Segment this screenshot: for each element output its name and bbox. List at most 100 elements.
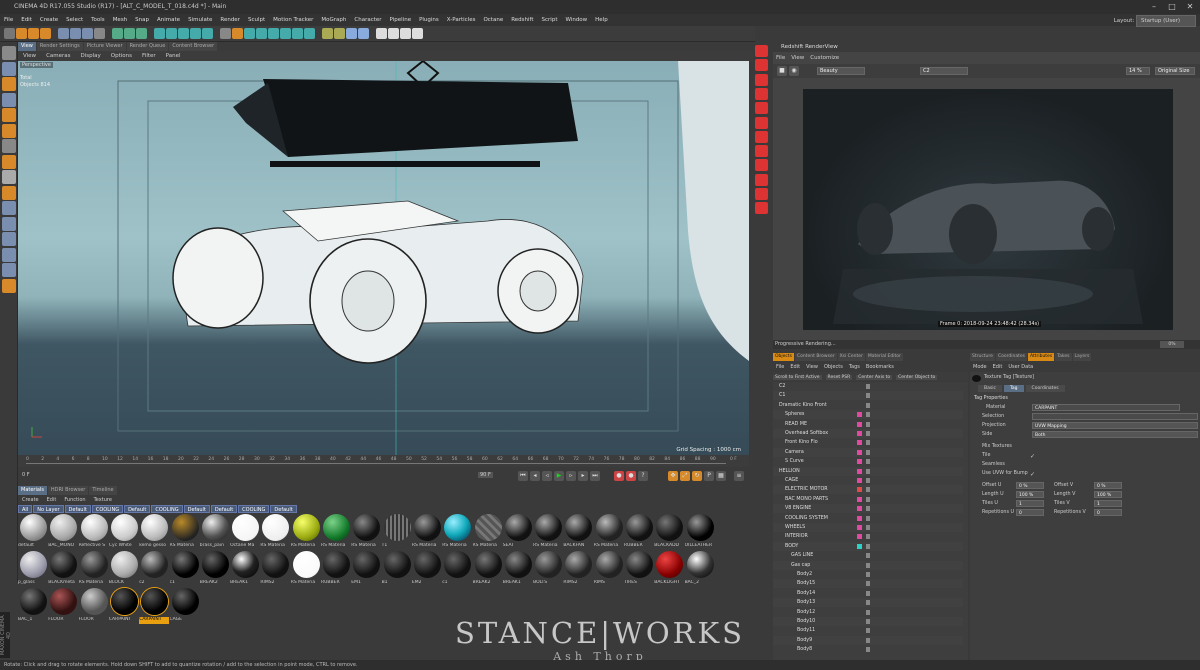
visibility-dot[interactable] (866, 525, 870, 530)
tiles-v-field[interactable]: 1 (1094, 500, 1122, 507)
visibility-dot[interactable] (866, 553, 870, 559)
object-row[interactable]: READ ME (773, 420, 963, 429)
menu-item-animate[interactable]: Animate (153, 14, 184, 26)
rs-camera-icon[interactable] (755, 73, 768, 86)
3d-viewport[interactable]: Perspective Total Objects 814 Grid Spaci… (18, 61, 749, 455)
visibility-dot[interactable] (866, 534, 870, 540)
object-row[interactable]: Body9 (773, 635, 963, 645)
material-filter[interactable]: Default (124, 505, 151, 513)
go-end-icon[interactable]: ⏭ (590, 471, 600, 481)
material-swatch[interactable]: CARPAINT (109, 588, 139, 625)
material-swatch[interactable]: RIMS2 (563, 551, 593, 588)
menu-item-pipeline[interactable]: Pipeline (386, 14, 416, 26)
visibility-dot[interactable] (866, 449, 870, 455)
play-icon[interactable]: ▶ (554, 471, 564, 481)
menu-item-redshift[interactable]: Redshift (507, 14, 537, 26)
material-swatch[interactable]: RIMS (594, 551, 624, 588)
material-swatch[interactable]: FLOOR (79, 588, 109, 625)
object-toolbar-button[interactable]: Center Object to (896, 375, 938, 380)
object-row[interactable]: ELECTRIC MOTOR (773, 485, 963, 495)
material-swatch[interactable]: RS Materia (442, 514, 472, 551)
material-swatch[interactable]: EM2 (412, 551, 442, 588)
visibility-dot[interactable] (866, 543, 870, 549)
visibility-dot[interactable] (866, 572, 870, 577)
object-row[interactable]: Body12 (773, 608, 963, 617)
material-swatch[interactable]: FLOOR (48, 588, 78, 625)
subdiv-icon[interactable] (178, 28, 189, 39)
layout-dropdown[interactable]: Startup (User) (1136, 15, 1196, 27)
tab-coordinates[interactable]: Coordinates (995, 353, 1027, 361)
tab-render-queue[interactable]: Render Queue (126, 42, 169, 51)
polys-icon[interactable] (2, 108, 16, 122)
material-swatch[interactable]: T1 (382, 514, 412, 551)
renderview-menu-customize[interactable]: Customize (807, 55, 842, 61)
viewport-menu-filter[interactable]: Filter (137, 53, 161, 59)
object-row[interactable]: Body11 (773, 626, 963, 635)
edges-icon[interactable] (2, 92, 16, 107)
visibility-dot[interactable] (866, 421, 870, 427)
object-menu-tags[interactable]: Tags (846, 364, 863, 370)
material-swatch[interactable]: BLACKADD (654, 514, 684, 551)
visibility-dot[interactable] (866, 562, 870, 568)
attr-menu-mode[interactable]: Mode (970, 364, 990, 370)
visibility-dot[interactable] (866, 628, 870, 634)
material-swatch[interactable]: default (18, 514, 48, 551)
material-swatch[interactable]: RS Materia (170, 514, 200, 551)
object-row[interactable]: WHEELS (773, 523, 963, 532)
menu-item-mesh[interactable]: Mesh (109, 14, 131, 26)
tab-objects[interactable]: Objects (773, 353, 795, 361)
material-swatch[interactable]: BREAK2 (473, 551, 503, 588)
material-swatch[interactable]: RIMS2 (260, 551, 290, 588)
field-icon[interactable] (220, 28, 231, 39)
visibility-dot[interactable] (866, 609, 870, 615)
prev-key-icon[interactable]: ◂ (530, 471, 540, 481)
menu-item-character[interactable]: Character (350, 14, 385, 26)
material-swatch[interactable]: TIRES (624, 551, 654, 588)
material-swatch[interactable]: BAC_1 (18, 588, 48, 625)
material-swatch[interactable]: RS Materia (291, 551, 321, 588)
rs-render-icon[interactable] (755, 45, 768, 57)
object-row[interactable]: S Curve (773, 457, 963, 466)
viewport-menu-display[interactable]: Display (76, 53, 106, 59)
offset-u-field[interactable]: 0 % (1016, 482, 1044, 489)
undo-icon[interactable] (4, 28, 15, 39)
snap-icon[interactable] (358, 28, 369, 39)
visibility-dot[interactable] (866, 647, 870, 653)
tab-content-browser[interactable]: Content Browser (795, 353, 837, 361)
material-filter[interactable]: Default (64, 505, 91, 513)
material-filter[interactable]: COOLING (91, 505, 124, 513)
length-v-field[interactable]: 100 % (1094, 491, 1122, 498)
object-row[interactable]: Body15 (773, 579, 963, 589)
grid-snap-icon[interactable] (2, 263, 16, 277)
material-swatch[interactable]: RS Materia (533, 514, 563, 551)
help-icon[interactable] (412, 28, 423, 39)
tile-checkbox[interactable]: ✓ (1030, 453, 1035, 460)
visibility-dot[interactable] (866, 496, 870, 502)
record-icon[interactable]: ● (614, 471, 624, 481)
texture-icon[interactable] (2, 154, 16, 169)
mode-icon[interactable] (2, 46, 16, 60)
layout-icon[interactable] (346, 28, 357, 39)
subtab-basic[interactable]: Basic (978, 385, 1002, 392)
object-row[interactable]: Spheres (773, 410, 963, 420)
camera-label[interactable]: Perspective (20, 62, 53, 68)
axis-icon[interactable] (2, 139, 16, 153)
material-menu-create[interactable]: Create (18, 497, 43, 503)
render-icon[interactable] (124, 28, 135, 39)
tab-structure[interactable]: Structure (970, 353, 995, 361)
tab-timeline[interactable]: Timeline (89, 486, 117, 495)
menu-item-file[interactable]: File (0, 14, 17, 26)
material-swatch[interactable]: BAC_2 (685, 551, 715, 588)
next-frame-icon[interactable]: ▹ (566, 471, 576, 481)
grid-icon[interactable] (376, 28, 387, 39)
material-menu-texture[interactable]: Texture (90, 497, 116, 503)
tab-takes[interactable]: Takes (1055, 353, 1072, 361)
material-swatch[interactable]: c2 (139, 551, 169, 588)
array-icon[interactable] (190, 28, 201, 39)
visibility-dot[interactable] (866, 506, 870, 512)
visibility-dot[interactable] (866, 393, 870, 399)
brush-icon[interactable] (2, 247, 16, 262)
rep-v-field[interactable]: 0 (1094, 509, 1122, 516)
menu-item-simulate[interactable]: Simulate (184, 14, 216, 26)
visibility-dot[interactable] (866, 468, 870, 474)
